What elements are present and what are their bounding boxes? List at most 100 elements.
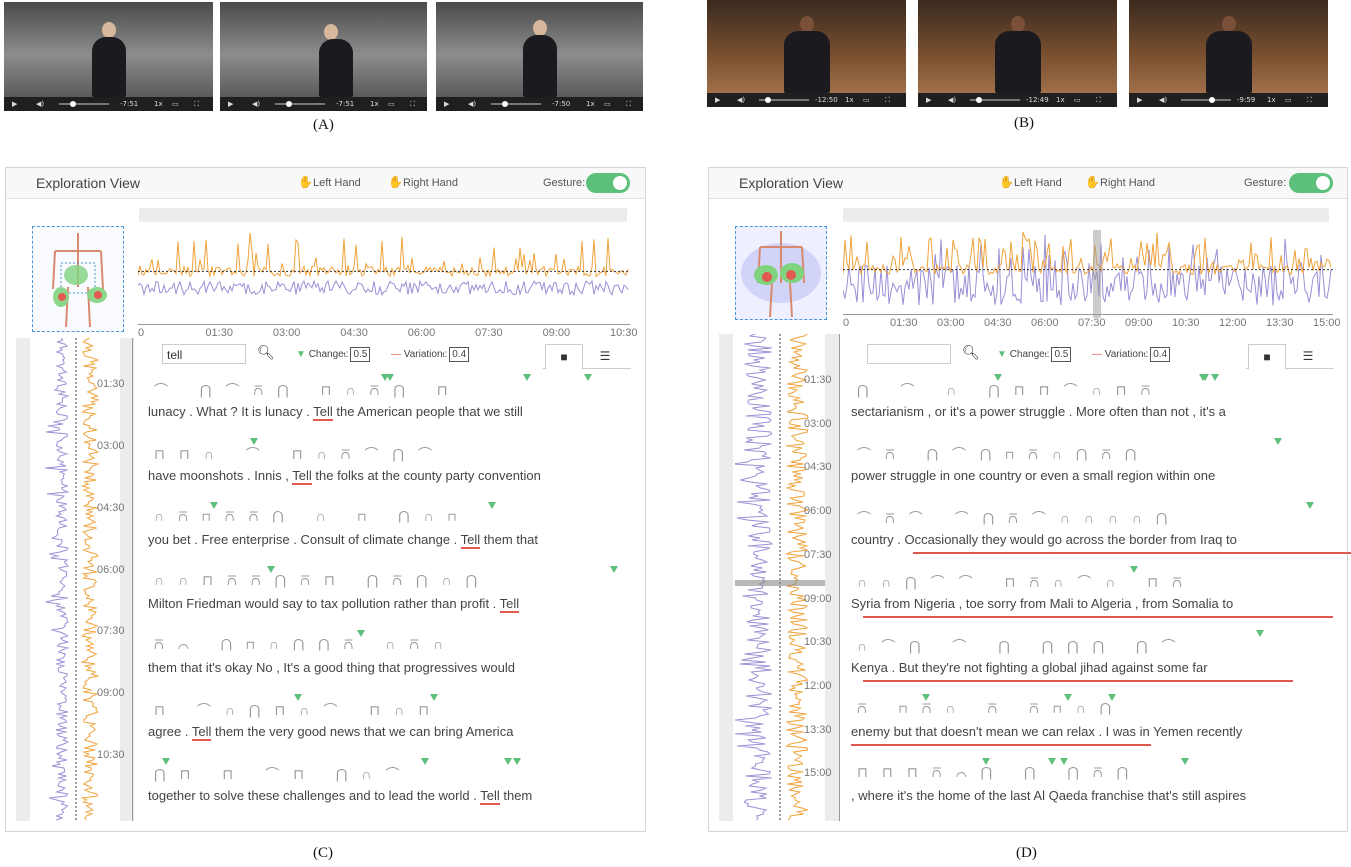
transcript-line[interactable]: enemy but that doesn't mean we can relax…	[851, 724, 1242, 739]
change-value[interactable]: 0.5	[1051, 347, 1072, 362]
variation-value[interactable]: 0.4	[449, 347, 470, 362]
search-match[interactable]: Tell	[292, 468, 312, 485]
transcript-line[interactable]: power struggle in one country or even a …	[851, 468, 1215, 483]
gesture-toggle[interactable]	[586, 173, 630, 193]
variation-param[interactable]: — Variationt: 0.4	[1092, 347, 1171, 362]
search-match[interactable]: Tell	[191, 724, 212, 741]
search-match[interactable]: Tell	[313, 404, 333, 421]
fullscreen-icon[interactable]: ⛶	[194, 100, 199, 109]
transcript-text: them that	[480, 532, 538, 547]
gesture-toggle[interactable]	[1289, 173, 1333, 193]
side-scrollbar[interactable]	[719, 334, 733, 821]
motion-timeline-chart[interactable]	[843, 230, 1333, 318]
fullscreen-icon[interactable]: ⛶	[626, 100, 631, 109]
transcript-line[interactable]: have moonshots . Innis , Tell the folks …	[148, 468, 541, 485]
speed-button[interactable]: 1x	[370, 100, 379, 108]
transcript-line[interactable]: agree . Tell them the very good news tha…	[148, 724, 513, 741]
timeline-scrollbar[interactable]	[843, 208, 1329, 222]
play-icon[interactable]: ▶	[1137, 96, 1142, 104]
change-marker	[209, 502, 218, 509]
video-controls[interactable]: ▶ ◀) -7:51 1x ▭ ⛶	[4, 97, 213, 111]
video-a1[interactable]: ▶ ◀) -7:51 1x ▭ ⛶	[4, 2, 213, 111]
search-input[interactable]: tell	[162, 344, 246, 364]
side-motion-chart[interactable]	[735, 334, 825, 821]
transcript-line[interactable]: them that it's okay No , It's a good thi…	[148, 660, 515, 675]
change-marker	[1306, 502, 1315, 509]
skeleton-heatmap[interactable]	[32, 226, 124, 332]
fullscreen-icon[interactable]: ⛶	[1096, 96, 1101, 105]
speed-button[interactable]: 1x	[1056, 96, 1065, 104]
variation-param[interactable]: — Variationt: 0.4	[391, 347, 470, 362]
video-a2[interactable]: ▶ ◀) -7:51 1x ▭ ⛶	[220, 2, 427, 111]
speed-button[interactable]: 1x	[154, 100, 163, 108]
volume-icon[interactable]: ◀)	[468, 100, 476, 108]
tab-list[interactable]: ☰	[1290, 344, 1326, 368]
change-param[interactable]: ▼ Changet: 0.5	[296, 347, 371, 362]
video-b3[interactable]: ▶ ◀) -9:59 1x ▭ ⛶	[1129, 0, 1328, 107]
pip-icon[interactable]: ▭	[604, 100, 611, 108]
skeleton-heatmap[interactable]	[735, 226, 827, 320]
variation-underline	[913, 552, 1351, 554]
change-value[interactable]: 0.5	[350, 347, 371, 362]
play-icon[interactable]: ▶	[12, 100, 17, 108]
volume-icon[interactable]: ◀)	[36, 100, 44, 108]
search-icon[interactable]: 🔍︎	[257, 344, 275, 361]
fullscreen-icon[interactable]: ⛶	[410, 100, 415, 109]
transcript-line[interactable]: country . Occasionally they would go acr…	[851, 532, 1237, 547]
search-icon[interactable]: 🔍︎	[962, 344, 980, 361]
change-param[interactable]: ▼ Changet: 0.5	[997, 347, 1072, 362]
video-controls[interactable]: ▶ ◀) -7:51 1x ▭ ⛶	[220, 97, 427, 111]
pip-icon[interactable]: ▭	[1074, 96, 1081, 104]
transcript-line[interactable]: together to solve these challenges and t…	[148, 788, 532, 805]
fullscreen-icon[interactable]: ⛶	[885, 96, 890, 105]
tab-document[interactable]: ■	[545, 344, 583, 370]
playhead-marker[interactable]	[735, 580, 825, 586]
transcript-line[interactable]: lunacy . What ? It is lunacy . Tell the …	[148, 404, 523, 421]
video-b1[interactable]: ▶ ◀) -12:50 1x ▭ ⛶	[707, 0, 906, 107]
speed-button[interactable]: 1x	[586, 100, 595, 108]
video-controls[interactable]: ▶ ◀) -7:50 1x ▭ ⛶	[436, 97, 643, 111]
transcript-text: together to solve these challenges and t…	[148, 788, 481, 803]
variation-value[interactable]: 0.4	[1150, 347, 1171, 362]
pip-icon[interactable]: ▭	[172, 100, 179, 108]
timeline-scrollbar[interactable]	[139, 208, 627, 222]
pip-icon[interactable]: ▭	[1285, 96, 1292, 104]
search-input[interactable]	[867, 344, 951, 364]
transcript-line[interactable]: Syria from Nigeria , toe sorry from Mali…	[851, 596, 1233, 611]
transcript-line[interactable]: you bet . Free enterprise . Consult of c…	[148, 532, 538, 549]
search-match[interactable]: Tell	[460, 532, 481, 549]
search-match[interactable]: Tell	[480, 788, 500, 805]
transcript-line[interactable]: Milton Friedman would say to tax polluti…	[148, 596, 520, 613]
transcript-line[interactable]: Kenya . But they're not fighting a globa…	[851, 660, 1208, 675]
video-controls[interactable]: ▶ ◀) -9:59 1x ▭ ⛶	[1129, 93, 1328, 107]
video-controls[interactable]: ▶ ◀) -12:50 1x ▭ ⛶	[707, 93, 906, 107]
play-icon[interactable]: ▶	[715, 96, 720, 104]
view-tabs: ■ ☰	[543, 344, 631, 370]
volume-icon[interactable]: ◀)	[948, 96, 956, 104]
search-match[interactable]: Tell	[499, 596, 520, 613]
speed-button[interactable]: 1x	[1267, 96, 1276, 104]
transcript-line[interactable]: sectarianism , or it's a power struggle …	[851, 404, 1226, 419]
side-tick: 06:00	[97, 563, 125, 576]
pip-icon[interactable]: ▭	[863, 96, 870, 104]
tab-list[interactable]: ☰	[587, 344, 623, 368]
volume-icon[interactable]: ◀)	[252, 100, 260, 108]
play-icon[interactable]: ▶	[926, 96, 931, 104]
speed-button[interactable]: 1x	[845, 96, 854, 104]
fullscreen-icon[interactable]: ⛶	[1307, 96, 1312, 105]
video-controls[interactable]: ▶ ◀) -12:49 1x ▭ ⛶	[918, 93, 1117, 107]
volume-icon[interactable]: ◀)	[737, 96, 745, 104]
motion-timeline-chart[interactable]	[138, 230, 630, 322]
play-icon[interactable]: ▶	[444, 100, 449, 108]
video-b2[interactable]: ▶ ◀) -12:49 1x ▭ ⛶	[918, 0, 1117, 107]
side-scrollbar[interactable]	[16, 338, 30, 821]
pip-icon[interactable]: ▭	[388, 100, 395, 108]
transcript-line[interactable]: , where it's the home of the last Al Qae…	[851, 788, 1246, 803]
play-icon[interactable]: ▶	[228, 100, 233, 108]
left-hand-signal	[80, 338, 100, 821]
tab-document[interactable]: ■	[1248, 344, 1286, 370]
video-a3[interactable]: ▶ ◀) -7:50 1x ▭ ⛶	[436, 2, 643, 111]
playhead-marker[interactable]	[1093, 230, 1101, 318]
volume-icon[interactable]: ◀)	[1159, 96, 1167, 104]
change-marker	[267, 566, 276, 573]
